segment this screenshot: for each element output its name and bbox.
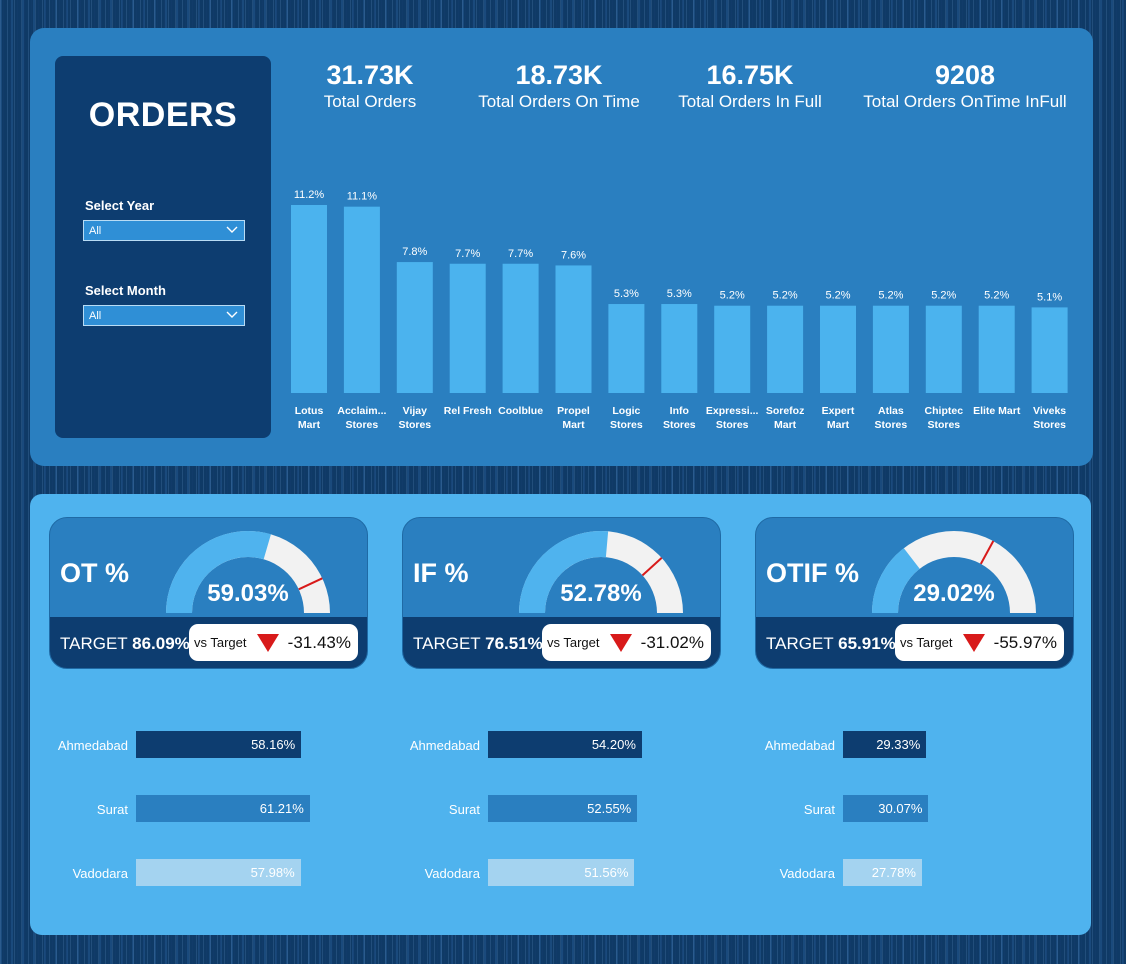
vs-target-pill: vs Target -31.43% bbox=[189, 624, 358, 661]
bar-category-label: Expressi... Stores bbox=[706, 405, 759, 431]
bar-category-label: Viveks Stores bbox=[1033, 405, 1066, 431]
bar[interactable] bbox=[449, 263, 486, 393]
orders-panel: ORDERS Select Year All Select Month All … bbox=[30, 28, 1093, 466]
bar[interactable] bbox=[608, 304, 645, 393]
bar-category-label: Lotus Mart bbox=[295, 405, 324, 431]
vs-target-pill: vs Target -55.97% bbox=[895, 624, 1064, 661]
vs-target-label: vs Target bbox=[900, 635, 953, 650]
bar-data-label: 5.2% bbox=[878, 290, 903, 302]
bar-data-label: 7.7% bbox=[455, 248, 480, 260]
city-bar[interactable]: 61.21% bbox=[136, 795, 310, 822]
bar-data-label: 5.3% bbox=[667, 288, 692, 300]
target-label: TARGET bbox=[413, 634, 481, 653]
city-label: Ahmedabad bbox=[764, 738, 835, 753]
city-bar[interactable]: 57.98% bbox=[136, 859, 301, 886]
bar-category-label: Propel Mart bbox=[557, 405, 590, 431]
bar-category-label: Atlas Stores bbox=[875, 405, 908, 431]
target-text: TARGET 76.51% bbox=[413, 634, 543, 654]
bar-data-label: 11.1% bbox=[347, 191, 378, 203]
bar[interactable] bbox=[767, 305, 804, 393]
bar-data-label: 7.6% bbox=[561, 249, 586, 261]
bar[interactable] bbox=[978, 305, 1015, 393]
bar[interactable] bbox=[714, 305, 751, 393]
bar-category-label: Info Stores bbox=[663, 405, 696, 431]
bar[interactable] bbox=[661, 304, 698, 393]
city-label: Surat bbox=[803, 802, 835, 817]
gauge-title: IF % bbox=[413, 558, 469, 588]
vs-target-label: vs Target bbox=[194, 635, 247, 650]
performance-panel: OT % 59.03% TARGET 86.09% vs Target -31.43… bbox=[30, 494, 1091, 935]
bar-category-label: Vijay Stores bbox=[398, 405, 431, 431]
bar[interactable] bbox=[1031, 307, 1068, 393]
city-label: Vadodara bbox=[779, 866, 835, 881]
gauge-value: 59.03% bbox=[207, 580, 289, 607]
gauge-target-bar: TARGET 86.09% vs Target -31.43% bbox=[50, 617, 367, 668]
bar-category-label: Logic Stores bbox=[610, 405, 643, 431]
vs-target-delta: -31.02% bbox=[640, 633, 704, 652]
city-label: Ahmedabad bbox=[409, 738, 480, 753]
gauge-card: IF % 52.78% TARGET 76.51% vs Target -31.02… bbox=[402, 517, 721, 669]
city-bar[interactable]: 51.56% bbox=[488, 859, 635, 886]
bar[interactable] bbox=[925, 305, 962, 393]
orders-by-customer-chart: 11.2% Lotus Mart 11.1% Acclaim... Stores 7.8% V… bbox=[291, 189, 1068, 431]
target-text: TARGET 86.09% bbox=[60, 634, 190, 654]
bar-data-label: 5.2% bbox=[931, 290, 956, 302]
vs-target-delta: -55.97% bbox=[993, 633, 1057, 652]
city-label: Ahmedabad bbox=[57, 738, 128, 753]
city-bar[interactable]: 29.33% bbox=[843, 731, 927, 758]
city-label: Vadodara bbox=[72, 866, 128, 881]
bar-data-label: 11.2% bbox=[294, 189, 325, 201]
city-bar[interactable]: 27.78% bbox=[843, 859, 922, 886]
gauge-target-bar: TARGET 76.51% vs Target -31.02% bbox=[403, 617, 720, 668]
vs-target-delta: -31.43% bbox=[287, 633, 351, 652]
gauge-target-bar: TARGET 65.91% vs Target -55.97% bbox=[756, 617, 1073, 668]
bar[interactable] bbox=[555, 265, 592, 393]
city-bar[interactable]: 30.07% bbox=[843, 795, 929, 822]
gauge-value: 52.78% bbox=[560, 580, 642, 607]
target-label: TARGET bbox=[60, 634, 128, 653]
bar[interactable] bbox=[872, 305, 909, 393]
down-arrow-icon bbox=[610, 634, 632, 652]
bar-category-label: Chiptec Stores bbox=[925, 405, 964, 431]
target-value: 86.09% bbox=[132, 634, 190, 653]
target-text: TARGET 65.91% bbox=[766, 634, 896, 654]
city-bar[interactable]: 54.20% bbox=[488, 731, 642, 758]
bar-data-label: 5.2% bbox=[773, 290, 798, 302]
bar-category-label: Expert Mart bbox=[822, 405, 855, 431]
gauge-card: OT % 59.03% TARGET 86.09% vs Target -31.43… bbox=[49, 517, 368, 669]
bar-category-label: Rel Fresh bbox=[444, 405, 492, 417]
bar-data-label: 7.7% bbox=[508, 248, 533, 260]
down-arrow-icon bbox=[257, 634, 279, 652]
bar[interactable] bbox=[343, 206, 380, 393]
bar-data-label: 5.2% bbox=[984, 290, 1009, 302]
bar[interactable] bbox=[291, 205, 327, 393]
target-value: 76.51% bbox=[485, 634, 543, 653]
bar-data-label: 5.2% bbox=[720, 290, 745, 302]
bar[interactable] bbox=[396, 262, 433, 393]
gauge-title: OT % bbox=[60, 558, 130, 588]
gauge-value: 29.02% bbox=[913, 580, 995, 607]
vs-target-pill: vs Target -31.02% bbox=[542, 624, 711, 661]
bar-category-label: Elite Mart bbox=[973, 405, 1021, 417]
city-label: Surat bbox=[96, 802, 128, 817]
gauge-title: OTIF % bbox=[766, 558, 859, 588]
gauge-card: OTIF % 29.02% TARGET 65.91% vs Target -55.… bbox=[755, 517, 1074, 669]
bar-category-label: Sorefoz Mart bbox=[766, 405, 805, 431]
city-bar[interactable]: 52.55% bbox=[488, 795, 638, 822]
bar-data-label: 5.3% bbox=[614, 288, 639, 300]
bar-category-label: Acclaim... Stores bbox=[337, 405, 386, 431]
bar-data-label: 5.2% bbox=[825, 290, 850, 302]
city-label: Vadodara bbox=[424, 866, 480, 881]
city-label: Surat bbox=[448, 802, 480, 817]
city-bar[interactable]: 58.16% bbox=[136, 731, 302, 758]
bar-data-label: 7.8% bbox=[402, 246, 427, 258]
down-arrow-icon bbox=[963, 634, 985, 652]
target-label: TARGET bbox=[766, 634, 834, 653]
bar[interactable] bbox=[502, 263, 539, 393]
bar[interactable] bbox=[820, 305, 856, 393]
target-value: 65.91% bbox=[838, 634, 896, 653]
bar-category-label: Coolblue bbox=[498, 405, 543, 417]
bar-data-label: 5.1% bbox=[1037, 291, 1062, 303]
vs-target-label: vs Target bbox=[547, 635, 600, 650]
